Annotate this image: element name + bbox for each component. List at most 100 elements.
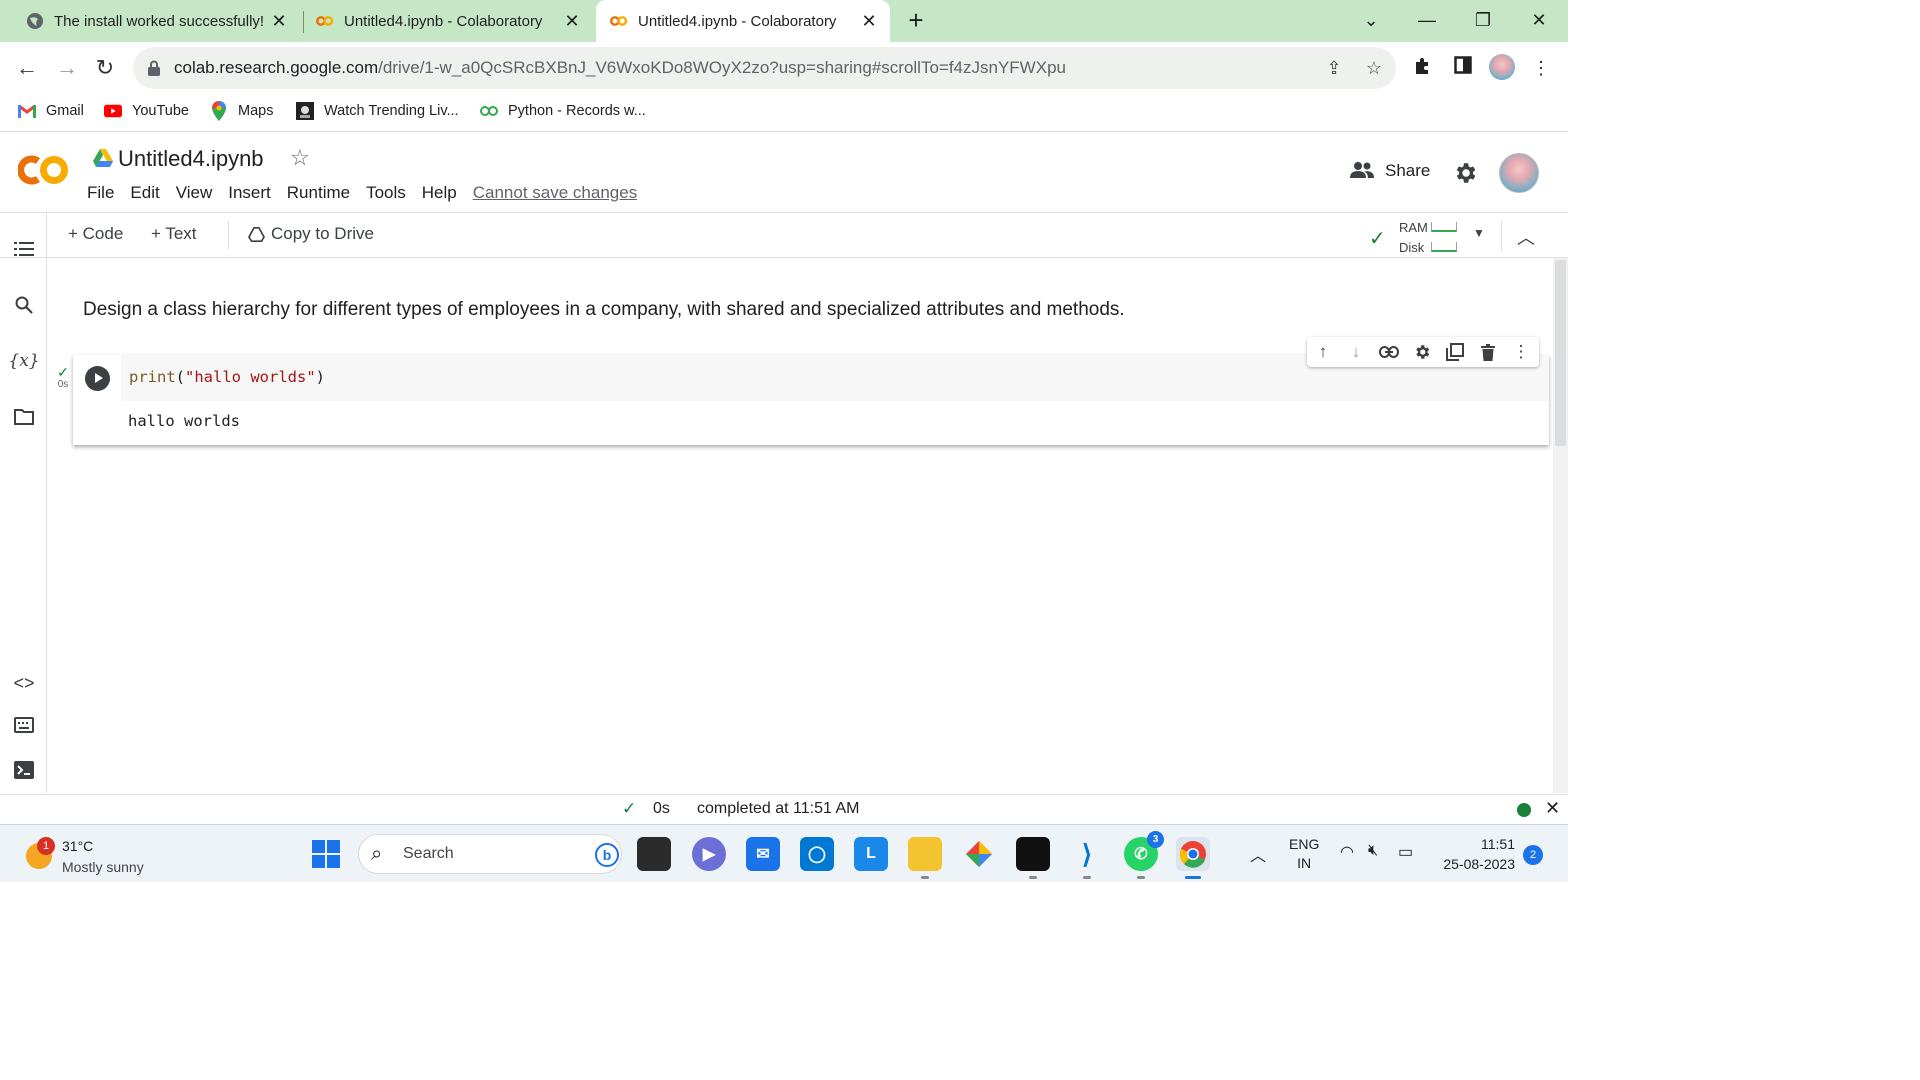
- new-tab-button[interactable]: +: [903, 7, 929, 34]
- close-tab-icon[interactable]: ✕: [563, 12, 581, 30]
- photos-app-icon[interactable]: [962, 837, 996, 871]
- share-page-icon[interactable]: ⇪: [1323, 57, 1345, 79]
- bookmark-trending[interactable]: Watch Trending Liv...: [296, 102, 459, 120]
- bookmark-python[interactable]: Python - Records w...: [480, 102, 646, 120]
- vertical-scrollbar[interactable]: [1553, 258, 1568, 793]
- notebook-content: Design a class hierarchy for different t…: [48, 258, 1553, 793]
- browser-tab-colab-active[interactable]: Untitled4.ipynb - Colaboratory ✕: [596, 0, 890, 42]
- task-view-icon[interactable]: [637, 837, 671, 871]
- browser-menu-icon[interactable]: ⋮: [1529, 56, 1553, 80]
- ram-label: RAM: [1399, 220, 1428, 235]
- menu-help[interactable]: Help: [422, 183, 457, 203]
- forward-icon[interactable]: →: [53, 54, 81, 82]
- teams-chat-icon[interactable]: ▶: [692, 837, 726, 871]
- notification-badge[interactable]: 2: [1523, 845, 1543, 865]
- battery-icon[interactable]: ▭: [1398, 842, 1413, 862]
- weather-condition: Mostly sunny: [62, 859, 144, 875]
- speaker-muted-icon[interactable]: 🔇︎: [1368, 842, 1378, 860]
- tab-search-icon[interactable]: ⌄: [1357, 6, 1385, 34]
- taskbar-search[interactable]: ⌕ Search b: [358, 834, 622, 874]
- browser-tab-colab-1[interactable]: Untitled4.ipynb - Colaboratory ✕: [290, 0, 593, 42]
- address-bar[interactable]: colab.research.google.com/drive/1-w_a0Qc…: [133, 47, 1396, 89]
- mirror-cell-icon[interactable]: [1444, 341, 1466, 363]
- terminal-app-icon[interactable]: [1016, 837, 1050, 879]
- close-status-icon[interactable]: ✕: [1545, 798, 1560, 819]
- menu-file[interactable]: File: [87, 183, 114, 203]
- side-panel-icon[interactable]: [1451, 56, 1475, 80]
- back-icon[interactable]: ←: [13, 54, 41, 82]
- scrollbar-thumb[interactable]: [1555, 260, 1566, 446]
- bing-icon[interactable]: b: [595, 843, 619, 867]
- disk-label: Disk: [1399, 240, 1425, 255]
- bookmark-gmail[interactable]: Gmail: [18, 102, 84, 120]
- settings-gear-icon[interactable]: [1452, 160, 1478, 186]
- resource-indicator[interactable]: ✓ RAM Disk ▼: [1369, 216, 1489, 256]
- reload-icon[interactable]: ↻: [91, 54, 119, 82]
- table-of-contents-icon[interactable]: [12, 237, 36, 261]
- add-code-button[interactable]: + Code: [68, 224, 123, 244]
- menu-edit[interactable]: Edit: [130, 183, 159, 203]
- close-tab-icon[interactable]: ✕: [860, 12, 878, 30]
- weather-widget[interactable]: 1 31°C Mostly sunny: [24, 833, 174, 877]
- resource-dropdown-icon[interactable]: ▼: [1473, 226, 1485, 240]
- delete-cell-icon[interactable]: [1477, 341, 1499, 363]
- runtime-status-dot: [1517, 803, 1531, 817]
- more-options-icon[interactable]: ⋮: [1510, 341, 1532, 363]
- minimize-icon[interactable]: —: [1413, 6, 1441, 34]
- menu-view[interactable]: View: [176, 183, 213, 203]
- search-icon[interactable]: [12, 293, 36, 317]
- bookmark-maps[interactable]: Maps: [210, 101, 273, 121]
- execution-check-icon: ✓: [57, 364, 69, 380]
- move-cell-down-icon[interactable]: ↓: [1345, 341, 1367, 363]
- browser-tab-install[interactable]: The install worked successfully! C ✕: [0, 0, 300, 42]
- chrome-icon[interactable]: [1176, 837, 1210, 879]
- l-app-icon[interactable]: L: [854, 837, 888, 871]
- link-icon[interactable]: [1378, 341, 1400, 363]
- wifi-icon[interactable]: ◠: [1340, 842, 1354, 862]
- add-text-button[interactable]: + Text: [151, 224, 197, 244]
- share-label: Share: [1385, 161, 1431, 180]
- terminal-icon[interactable]: [12, 758, 36, 782]
- files-folder-icon[interactable]: [12, 405, 36, 429]
- command-palette-icon[interactable]: [12, 713, 36, 737]
- code-cell[interactable]: print("hallo worlds") hallo worlds: [73, 355, 1549, 445]
- windows-taskbar: 1 31°C Mostly sunny ⌕ Search b ▶ ✉ ◯ L ⟩…: [0, 824, 1568, 882]
- extensions-icon[interactable]: [1411, 56, 1435, 80]
- variables-icon[interactable]: {x}: [8, 349, 39, 373]
- close-tab-icon[interactable]: ✕: [270, 12, 288, 30]
- star-icon[interactable]: ☆: [290, 145, 310, 171]
- run-cell-icon[interactable]: [85, 366, 110, 391]
- cortana-app-icon[interactable]: ◯: [800, 837, 834, 871]
- cannot-save-link[interactable]: Cannot save changes: [473, 183, 637, 203]
- lang-line-1: ENG: [1289, 836, 1320, 852]
- input-language[interactable]: ENG IN: [1289, 835, 1319, 873]
- bookmark-youtube[interactable]: YouTube: [104, 102, 189, 120]
- mail-icon[interactable]: ✉: [746, 837, 780, 871]
- user-avatar[interactable]: [1499, 153, 1539, 193]
- show-hidden-icons-icon[interactable]: ︿: [1250, 842, 1266, 866]
- google-drive-icon[interactable]: [93, 149, 113, 167]
- notebook-title[interactable]: Untitled4.ipynb: [118, 146, 264, 172]
- move-cell-up-icon[interactable]: ↑: [1312, 341, 1334, 363]
- menu-insert[interactable]: Insert: [228, 183, 271, 203]
- share-button[interactable]: Share: [1349, 161, 1430, 181]
- file-explorer-icon[interactable]: [908, 837, 942, 879]
- windows-start-icon[interactable]: [312, 840, 340, 868]
- colab-logo-icon[interactable]: [17, 153, 70, 187]
- close-window-icon[interactable]: ✕: [1525, 6, 1553, 34]
- menu-tools[interactable]: Tools: [366, 183, 406, 203]
- code-text[interactable]: print("hallo worlds"): [129, 368, 325, 386]
- cell-settings-gear-icon[interactable]: [1411, 341, 1433, 363]
- restore-icon[interactable]: ❐: [1469, 6, 1497, 34]
- markdown-cell-text[interactable]: Design a class hierarchy for different t…: [83, 299, 1125, 321]
- profile-avatar[interactable]: [1489, 54, 1515, 80]
- system-clock[interactable]: 11:51 25-08-2023: [1440, 834, 1515, 874]
- code-snippets-icon[interactable]: <>: [12, 671, 36, 695]
- copy-to-drive-button[interactable]: Copy to Drive: [248, 224, 374, 244]
- vscode-icon[interactable]: ⟩: [1070, 837, 1104, 879]
- collapse-header-icon[interactable]: ︿: [1517, 224, 1535, 250]
- bookmarks-bar: Gmail YouTube Maps Watch Trending Liv...…: [0, 94, 1568, 132]
- bookmark-star-icon[interactable]: ☆: [1363, 57, 1385, 79]
- menu-runtime[interactable]: Runtime: [287, 183, 350, 203]
- whatsapp-icon[interactable]: ✆ 3: [1124, 831, 1164, 879]
